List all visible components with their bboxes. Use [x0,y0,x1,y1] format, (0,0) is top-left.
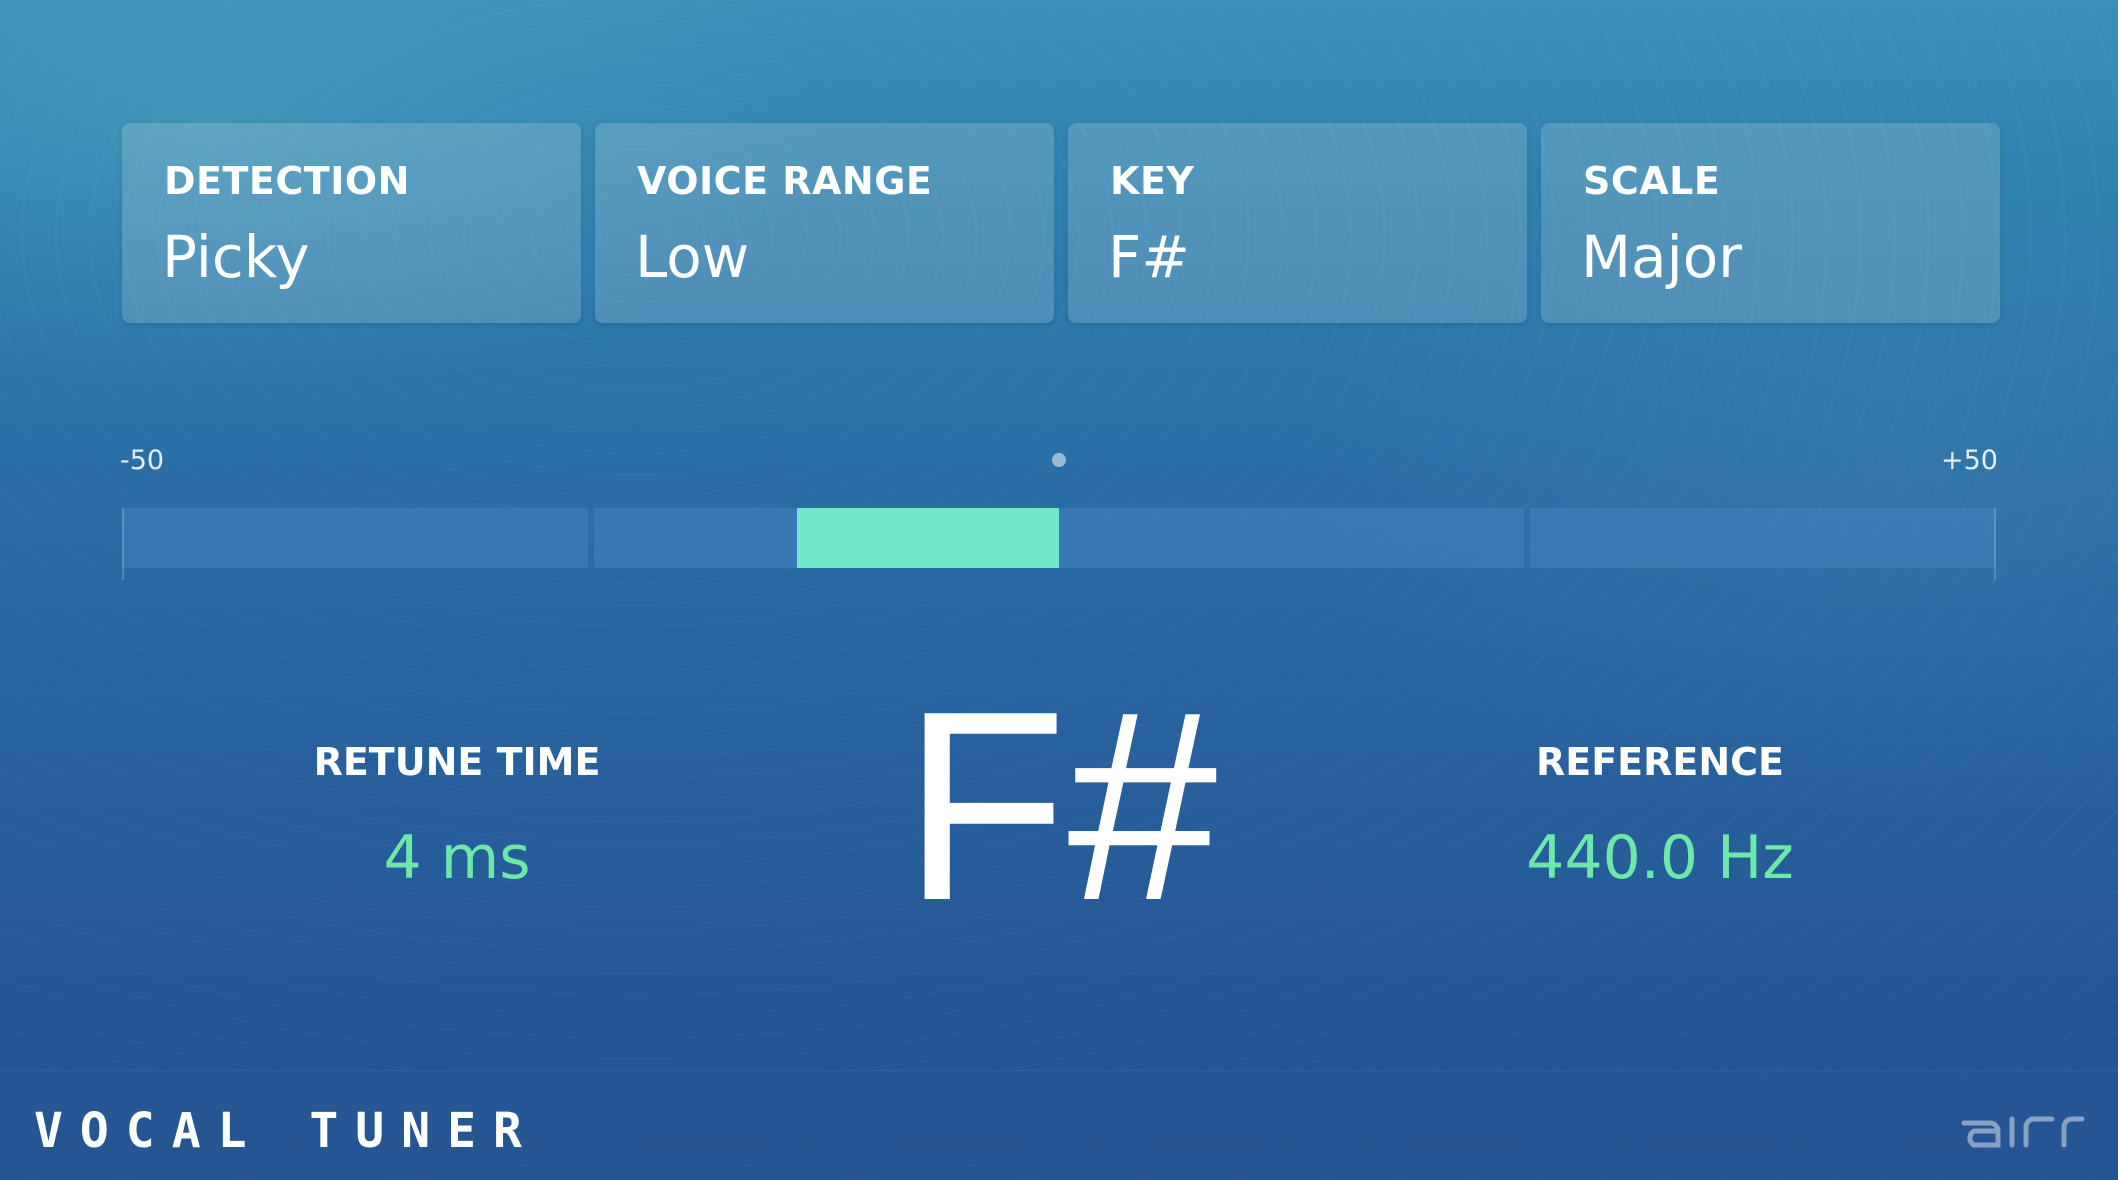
retune-time-label: RETUNE TIME [313,740,601,784]
key-label: KEY [1110,159,1195,203]
product-title: VOCAL TUNER [34,1103,539,1159]
detection-selector[interactable]: DETECTION Picky [122,123,581,323]
voice-range-value: Low [635,223,750,291]
detected-note: F# [902,656,1218,957]
vocal-tuner-window: DETECTION Picky VOICE RANGE Low KEY F# S… [0,0,2118,1180]
scale-label: SCALE [1583,159,1721,203]
meter-max-label: +50 [1941,445,1998,476]
footer-bar: VOCAL TUNER [0,1070,2118,1180]
scale-selector[interactable]: SCALE Major [1541,123,2000,323]
key-value: F# [1108,223,1190,291]
key-selector[interactable]: KEY F# [1068,123,1527,323]
voice-range-selector[interactable]: VOICE RANGE Low [595,123,1054,323]
detection-label: DETECTION [164,159,410,203]
meter-left-edge [122,508,124,580]
meter-right-edge [1994,508,1996,580]
reference-label: REFERENCE [1535,740,1784,784]
detection-value: Picky [162,223,310,291]
voice-range-label: VOICE RANGE [637,159,933,203]
scale-value: Major [1581,223,1743,291]
air-logo-icon [1961,1116,2085,1148]
reference-value[interactable]: 440.0 Hz [1410,823,1910,893]
meter-min-label: -50 [120,445,165,476]
meter-segment [594,508,1524,568]
meter-center-dot [1052,453,1066,467]
meter-segment [122,508,588,568]
meter-segment [1530,508,1996,568]
retune-time-value[interactable]: 4 ms [207,823,707,893]
pitch-meter [122,508,1996,580]
pitch-deviation-bar [796,508,1059,568]
